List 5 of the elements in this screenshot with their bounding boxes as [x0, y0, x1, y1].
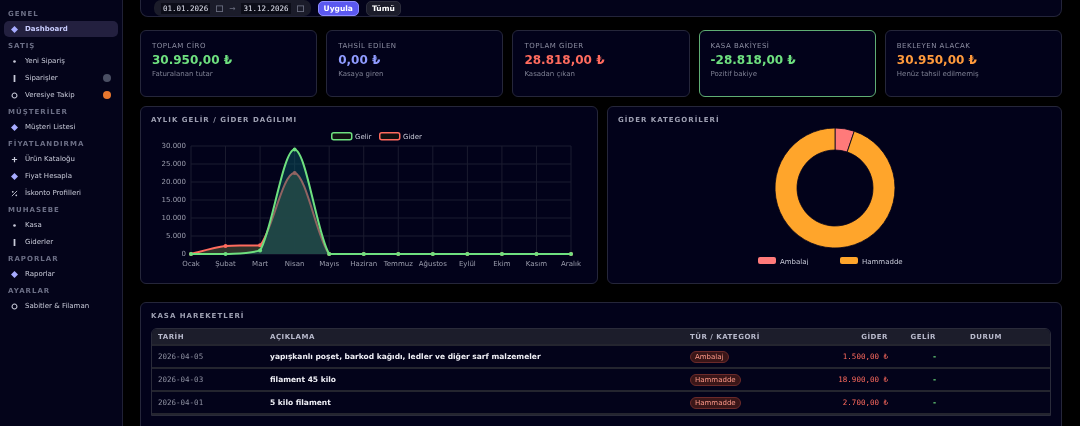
card-value: 30.950,00 ₺	[896, 53, 978, 67]
card-value: 28.818,00 ₺	[524, 53, 606, 67]
card-value: 30.950,00 ₺	[152, 53, 234, 67]
card-value: 0,00 ₺	[338, 53, 382, 67]
card-value: -28.818,00 ₺	[710, 53, 797, 67]
